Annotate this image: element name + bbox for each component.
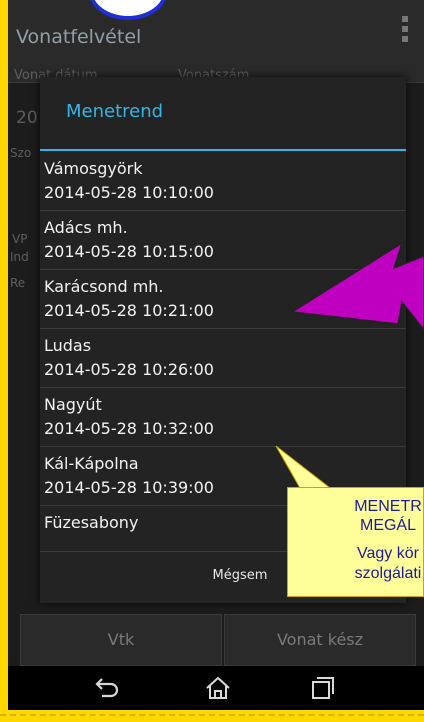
annotation-callout: MENETR MEGÁL Vagy kör szolgálati — [287, 487, 424, 597]
callout-line: MENETR — [354, 498, 422, 515]
callout-line: szolgálati — [354, 565, 422, 582]
callout-pointer — [275, 445, 332, 489]
callout-line: Vagy kör — [357, 545, 419, 562]
callout-line: MEGÁL — [359, 517, 416, 534]
frame-bottom-border — [0, 714, 424, 716]
